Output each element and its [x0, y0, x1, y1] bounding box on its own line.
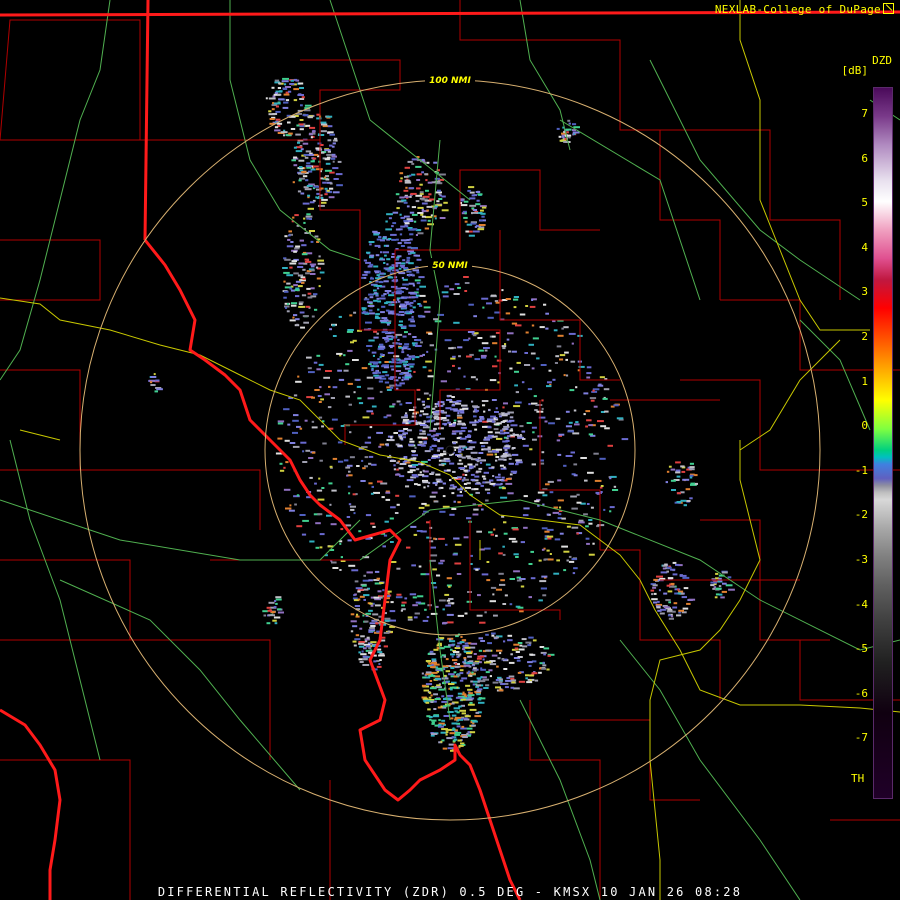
color-scale-tick: 0: [861, 419, 868, 433]
range-ring-label-100: 100 NMI: [429, 76, 471, 86]
color-scale-tick: -4: [854, 597, 868, 611]
color-scale-tick: 1: [861, 374, 868, 388]
color-scale-tick: -2: [854, 508, 868, 522]
legend-product-label: DZD: [872, 54, 892, 67]
color-scale-tick: 4: [861, 240, 868, 254]
color-scale-tick: -3: [854, 553, 868, 566]
radar-site-marker: [445, 445, 455, 455]
credit-text: NEXLAB-College of DuPage: [714, 3, 881, 16]
color-scale-bar: [873, 87, 893, 799]
color-scale-tick: -7: [854, 731, 868, 745]
color-scale-tick: 3: [861, 285, 868, 299]
legend-th-label: TH: [851, 772, 865, 785]
color-scale-tick: -6: [854, 686, 868, 700]
legend-unit-label: [dB]: [841, 64, 869, 77]
range-ring-label-50: 50 NMI: [432, 261, 468, 271]
color-scale-tick: 7: [861, 107, 868, 120]
credit-label: NEXLAB-College of DuPage: [715, 3, 894, 16]
color-scale-tick: -5: [854, 642, 868, 656]
color-scale-tick: 6: [861, 151, 868, 165]
color-scale-tick: 2: [861, 330, 868, 343]
radar-map: 100 NMI 50 NMI: [0, 0, 900, 900]
color-scale-tick: 5: [861, 196, 868, 210]
product-footer: DIFFERENTIAL REFLECTIVITY (ZDR) 0.5 DEG …: [157, 885, 743, 899]
color-scale-tick: -1: [854, 463, 868, 477]
logo-icon: [883, 3, 894, 14]
